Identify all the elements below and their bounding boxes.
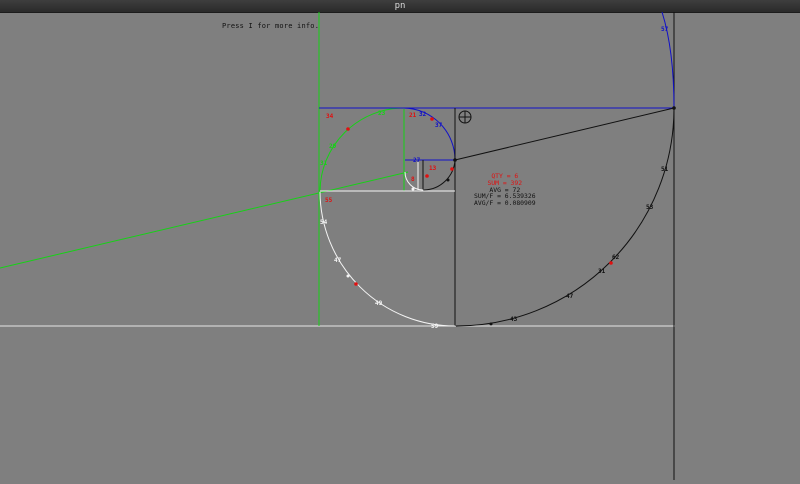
marker-label: 47 — [334, 257, 342, 264]
marker-label: 21 — [409, 112, 417, 119]
black-arc-large — [455, 107, 675, 327]
marker-label: 54 — [320, 219, 328, 226]
marker-label: 31 — [598, 268, 606, 275]
crosshair-target-icon — [458, 110, 472, 124]
black-markers: 51 53 62 47 43 31 — [446, 106, 676, 326]
marker-label: 37 — [435, 122, 443, 129]
marker-label: 31 — [320, 160, 328, 167]
marker-label: 51 — [661, 166, 669, 173]
marker-label: 59 — [431, 323, 439, 330]
marker-label: 55 — [325, 197, 333, 204]
marker-label: 29 — [329, 143, 337, 150]
marker-label: 8 — [411, 176, 415, 183]
green-diagonal — [0, 171, 409, 269]
marker-label: 34 — [326, 113, 334, 120]
black-diagonal — [454, 107, 675, 161]
marker-label: 32 — [419, 111, 427, 118]
marker-label: 49 — [375, 300, 383, 307]
red-markers: 34 55 21 13 8 — [325, 112, 613, 286]
drawing-canvas[interactable]: 34 55 21 13 8 23 29 31 32 37 57 27 54 47… — [0, 11, 800, 480]
white-markers: 54 47 49 59 — [320, 187, 439, 330]
marker-label: 62 — [612, 254, 620, 261]
stats-readout: QTY = 6 SUM = 392 AVG = 72 SUM/F = 6.539… — [474, 173, 536, 207]
help-hint: Press I for more info. — [222, 22, 320, 30]
spiral-drawing: 34 55 21 13 8 23 29 31 32 37 57 27 54 47… — [0, 11, 676, 480]
marker-label: 43 — [510, 316, 518, 323]
marker-label: 27 — [413, 157, 421, 164]
marker-label: 13 — [429, 165, 437, 172]
marker-label: 47 — [566, 293, 574, 300]
blue-markers: 32 37 57 27 — [413, 26, 669, 164]
stat-avg-f: AVG/F = 0.080909 — [474, 199, 536, 208]
window-title: pn — [394, 1, 406, 11]
marker-label: 53 — [646, 204, 654, 211]
app-window: pn 34 55 21 13 8 23 29 31 32 37 57 27 54… — [0, 0, 800, 480]
marker-label: 23 — [378, 110, 386, 117]
marker-label: 57 — [661, 26, 669, 33]
